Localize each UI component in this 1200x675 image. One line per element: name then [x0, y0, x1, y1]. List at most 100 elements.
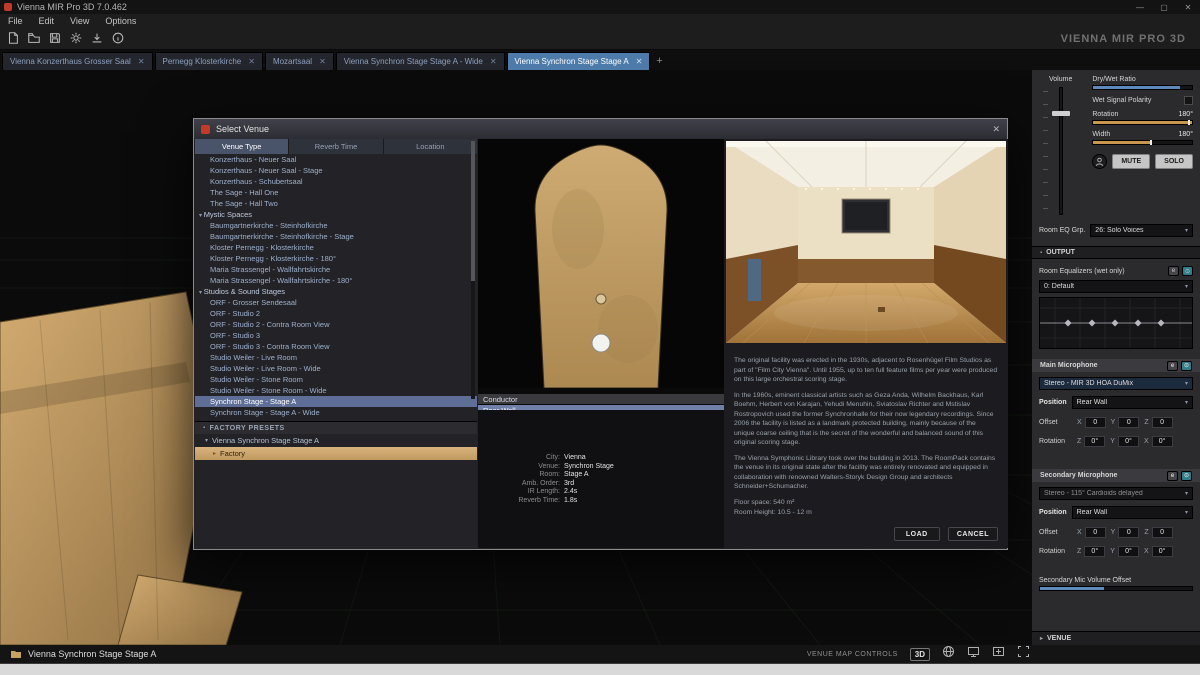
- new-file-button[interactable]: [4, 29, 22, 47]
- menu-item[interactable]: Edit: [31, 16, 63, 26]
- listen-button[interactable]: [1092, 154, 1107, 169]
- main-offset-z-input[interactable]: 0: [1152, 417, 1173, 428]
- load-button[interactable]: LOAD: [894, 527, 940, 541]
- venue-list-item[interactable]: Studio Weiler - Stone Room - Wide: [195, 385, 477, 396]
- venue-list-item[interactable]: The Sage - Hall One: [195, 187, 477, 198]
- settings-button[interactable]: [67, 29, 85, 47]
- main-mic-header[interactable]: Main Microphone e ⊙: [1032, 359, 1200, 372]
- main-offset-y-input[interactable]: 0: [1118, 417, 1139, 428]
- venue-tab[interactable]: Vienna Konzerthaus Grosser Saal ✕: [2, 52, 153, 70]
- venue-list-item[interactable]: Synchron Stage - Stage A - Wide: [195, 407, 477, 418]
- info-button[interactable]: [109, 29, 127, 47]
- mic-power-button[interactable]: ⊙: [1181, 361, 1192, 371]
- fullscreen-button[interactable]: [1017, 645, 1030, 663]
- venue-tab[interactable]: Vienna Synchron Stage Stage A - Wide ✕: [336, 52, 505, 70]
- room-eq-graph[interactable]: [1039, 297, 1193, 349]
- mic-power-button[interactable]: ⊙: [1181, 471, 1192, 481]
- venue-list-item[interactable]: Studios & Sound Stages: [195, 286, 477, 297]
- width-slider[interactable]: [1092, 140, 1193, 145]
- main-rotation-y-input[interactable]: 0°: [1118, 436, 1139, 447]
- add-tab-button[interactable]: +: [650, 52, 668, 70]
- tab-close-icon[interactable]: ✕: [490, 57, 497, 66]
- venue-list-item[interactable]: Konzerthaus - Neuer Saal: [195, 154, 477, 165]
- venue-list-item[interactable]: Konzerthaus - Neuer Saal - Stage: [195, 165, 477, 176]
- main-mic-select[interactable]: Stereo - MIR 3D HOA DuMix ▾: [1039, 377, 1193, 390]
- venue-list-item[interactable]: Maria Strassengel - Wallfahrtskirche: [195, 264, 477, 275]
- venue-list-item[interactable]: Konzerthaus - Schubertsaal: [195, 176, 477, 187]
- venue-list-item[interactable]: Baumgartnerkirche - Steinhofkirche: [195, 220, 477, 231]
- venue-list-item[interactable]: Maria Strassengel - Wallfahrtskirche - 1…: [195, 275, 477, 286]
- reset-view-button[interactable]: [967, 645, 980, 663]
- venue-list-item[interactable]: Synchron Stage - Stage A: [195, 396, 477, 407]
- wet-polarity-toggle[interactable]: [1184, 96, 1193, 105]
- slider-notch[interactable]: [1150, 140, 1152, 145]
- open-button[interactable]: [25, 29, 43, 47]
- eq-edit-button[interactable]: e: [1168, 266, 1179, 276]
- venue-list-item[interactable]: Kloster Pernegg - Klosterkirche - 180°: [195, 253, 477, 264]
- venue-list-item[interactable]: ORF - Studio 3: [195, 330, 477, 341]
- dialog-tab[interactable]: Venue Type: [195, 139, 288, 154]
- maximize-button[interactable]: ▢: [1152, 3, 1176, 12]
- mute-button[interactable]: MUTE: [1112, 154, 1150, 169]
- dialog-tab[interactable]: Reverb Time: [289, 139, 382, 154]
- menu-item[interactable]: File: [0, 16, 31, 26]
- tab-close-icon[interactable]: ✕: [138, 57, 145, 66]
- 3d-mode-button[interactable]: 3D: [910, 648, 930, 661]
- slider-notch[interactable]: [1188, 120, 1190, 125]
- preset-group-item[interactable]: ▾ Vienna Synchron Stage Stage A: [195, 434, 477, 447]
- save-button[interactable]: [46, 29, 64, 47]
- output-section-header[interactable]: ▪ OUTPUT: [1032, 246, 1200, 259]
- venue-list-item[interactable]: Studio Weiler - Live Room - Wide: [195, 363, 477, 374]
- scrollbar-thumb[interactable]: [471, 141, 475, 281]
- secondary-offset-y-input[interactable]: 0: [1118, 527, 1139, 538]
- secondary-rotation-y-input[interactable]: 0°: [1118, 546, 1139, 557]
- import-button[interactable]: [88, 29, 106, 47]
- conductor-position-dot[interactable]: [596, 294, 606, 304]
- venue-tab[interactable]: Mozartsaal ✕: [265, 52, 334, 70]
- main-rotation-z-input[interactable]: 0°: [1084, 436, 1105, 447]
- venue-list-scrollbar[interactable]: [471, 141, 475, 399]
- venue-section-header[interactable]: ▸ VENUE: [1032, 631, 1200, 645]
- solo-button[interactable]: SOLO: [1155, 154, 1193, 169]
- main-position-select[interactable]: Rear Wall ▾: [1072, 396, 1193, 409]
- secondary-rotation-x-input[interactable]: 0°: [1152, 546, 1173, 557]
- secondary-mic-header[interactable]: Secondary Microphone e ⊙: [1032, 469, 1200, 482]
- eq-preset-select[interactable]: 0: Default ▾: [1039, 280, 1193, 293]
- cancel-button[interactable]: CANCEL: [948, 527, 998, 541]
- eq-power-button[interactable]: ⊙: [1182, 266, 1193, 276]
- secondary-rotation-z-input[interactable]: 0°: [1084, 546, 1105, 557]
- close-button[interactable]: ✕: [1176, 3, 1200, 12]
- venue-map[interactable]: [478, 139, 724, 388]
- globe-view-button[interactable]: [942, 645, 955, 663]
- venue-list-item[interactable]: Studio Weiler - Live Room: [195, 352, 477, 363]
- secondary-offset-x-input[interactable]: 0: [1085, 527, 1106, 538]
- tab-close-icon[interactable]: ✕: [319, 57, 326, 66]
- mic-edit-button[interactable]: e: [1167, 361, 1178, 371]
- venue-list-item[interactable]: Studio Weiler - Stone Room: [195, 374, 477, 385]
- volume-fader[interactable]: [1039, 87, 1086, 215]
- preset-factory-item[interactable]: ▸ Factory: [195, 447, 477, 460]
- mic-edit-button[interactable]: e: [1167, 471, 1178, 481]
- venue-list-item[interactable]: ORF - Studio 2 - Contra Room View: [195, 319, 477, 330]
- minimize-button[interactable]: —: [1128, 3, 1152, 12]
- secondary-offset-z-input[interactable]: 0: [1152, 527, 1173, 538]
- venue-list-item[interactable]: ORF - Studio 2: [195, 308, 477, 319]
- room-eq-grp-select[interactable]: 26: Solo Voices ▾: [1090, 224, 1193, 237]
- venue-tab[interactable]: Vienna Synchron Stage Stage A ✕: [507, 52, 651, 70]
- mic-position-row[interactable]: Conductor: [478, 393, 724, 404]
- venue-list-item[interactable]: Mystic Spaces: [195, 209, 477, 220]
- tab-close-icon[interactable]: ✕: [636, 57, 643, 66]
- tab-close-icon[interactable]: ✕: [248, 57, 255, 66]
- secondary-position-select[interactable]: Rear Wall ▾: [1072, 506, 1193, 519]
- main-rotation-x-input[interactable]: 0°: [1152, 436, 1173, 447]
- venue-list-item[interactable]: Baumgartnerkirche - Steinhofkirche - Sta…: [195, 231, 477, 242]
- main-mic-position-dot[interactable]: [592, 334, 610, 352]
- secondary-mic-select[interactable]: Stereo - 115° Cardioids delayed ▾: [1039, 487, 1193, 500]
- menu-item[interactable]: Options: [97, 16, 144, 26]
- dialog-close-icon[interactable]: ✕: [992, 124, 1000, 135]
- venue-list-item[interactable]: The Sage - Hall Two: [195, 198, 477, 209]
- dialog-title-bar[interactable]: Select Venue ✕: [194, 119, 1007, 139]
- factory-presets-header[interactable]: ▪ FACTORY PRESETS: [195, 421, 477, 434]
- venue-list-item[interactable]: ORF - Grosser Sendesaal: [195, 297, 477, 308]
- venue-tab[interactable]: Pernegg Klosterkirche ✕: [155, 52, 263, 70]
